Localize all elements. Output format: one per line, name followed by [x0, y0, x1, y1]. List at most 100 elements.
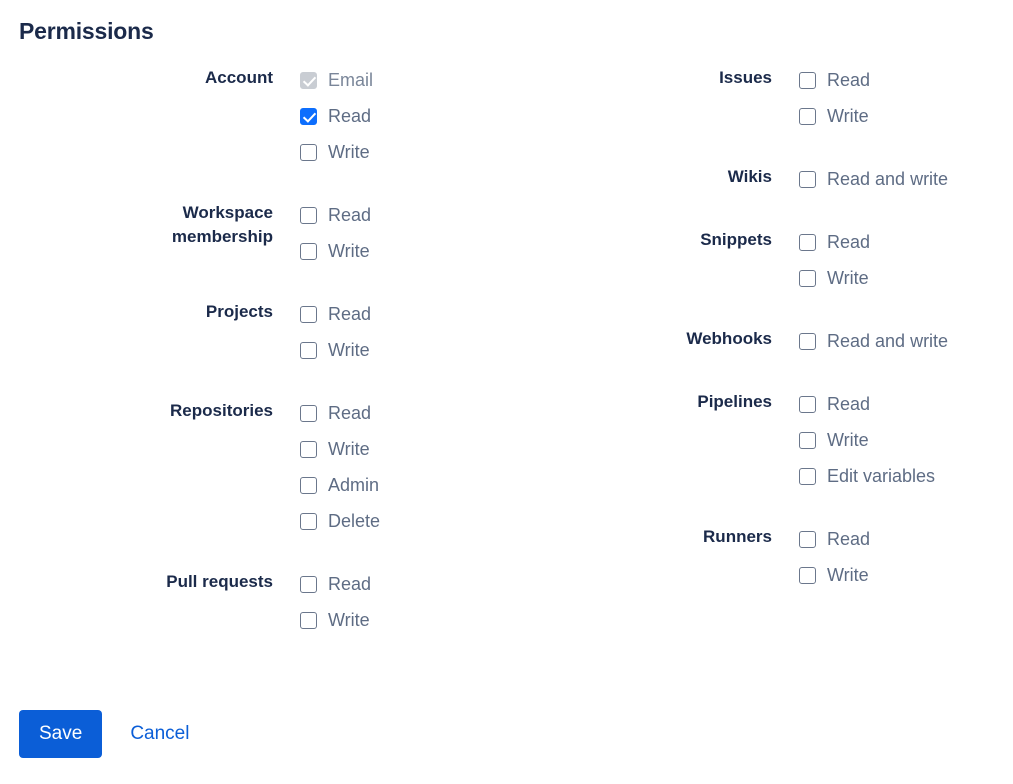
permission-option-row[interactable]: Read — [799, 386, 1013, 422]
checkbox-label[interactable]: Read — [816, 528, 870, 550]
permission-option-list: Read Write — [273, 197, 500, 269]
permission-group-label: Runners — [703, 527, 772, 546]
permission-option-list: Read Write Admin Delete — [273, 395, 500, 539]
permission-option-row[interactable]: Delete — [300, 503, 500, 539]
permission-option-row[interactable]: Write — [300, 332, 500, 368]
permission-group-label: Issues — [719, 68, 772, 87]
checkbox-label[interactable]: Write — [317, 141, 370, 163]
checkbox-account-read[interactable] — [300, 107, 317, 125]
checkbox-label[interactable]: Write — [317, 438, 370, 460]
permission-group-runners: Runners Read Write — [500, 521, 1013, 593]
checkbox-runners-write[interactable] — [799, 566, 816, 584]
permission-group-label: Workspace membership — [171, 203, 273, 246]
permission-option-row[interactable]: Read and write — [799, 161, 1013, 197]
permission-option-list: Read Write Edit variables — [772, 386, 1013, 494]
permission-option-row[interactable]: Write — [300, 602, 500, 638]
checkbox-account-write[interactable] — [300, 143, 317, 161]
checkbox-label[interactable]: Write — [317, 609, 370, 631]
checkbox-pull-requests-read[interactable] — [300, 575, 317, 593]
checkbox-label[interactable]: Email — [317, 69, 373, 91]
checkbox-label[interactable]: Read — [317, 402, 371, 424]
permission-group-snippets: Snippets Read Write — [500, 224, 1013, 296]
checkbox-label[interactable]: Delete — [317, 510, 380, 532]
checkbox-account-email — [300, 71, 317, 89]
checkbox-runners-read[interactable] — [799, 530, 816, 548]
cancel-link[interactable]: Cancel — [130, 723, 189, 745]
permission-option-row[interactable]: Read — [300, 395, 500, 431]
permission-group-label: Webhooks — [686, 329, 772, 348]
checkbox-projects-write[interactable] — [300, 341, 317, 359]
permission-group-label: Projects — [205, 302, 273, 321]
permission-option-row[interactable]: Write — [300, 431, 500, 467]
permission-option-row[interactable]: Read — [300, 98, 500, 134]
checkbox-label[interactable]: Read — [317, 204, 371, 226]
checkbox-label[interactable]: Read — [317, 573, 371, 595]
permission-option-row[interactable]: Write — [799, 260, 1013, 296]
checkbox-label[interactable]: Read — [816, 231, 870, 253]
permission-group-workspace-membership: Workspace membership Read Write — [0, 197, 500, 269]
permission-group-label: Pull requests — [166, 572, 273, 591]
checkbox-repositories-read[interactable] — [300, 404, 317, 422]
permission-option-row[interactable]: Email — [300, 62, 500, 98]
checkbox-label[interactable]: Write — [317, 339, 370, 361]
checkbox-label[interactable]: Read — [816, 69, 870, 91]
permission-group-pipelines: Pipelines Read Write Edit variables — [500, 386, 1013, 494]
permissions-column-right: Issues Read Write Wikis Read and write Snippe… — [500, 62, 1013, 620]
permission-option-row[interactable]: Edit variables — [799, 458, 1013, 494]
permission-group-wikis: Wikis Read and write — [500, 161, 1013, 197]
checkbox-label[interactable]: Write — [816, 429, 869, 451]
permission-option-row[interactable]: Read — [799, 224, 1013, 260]
permission-option-row[interactable]: Admin — [300, 467, 500, 503]
checkbox-label[interactable]: Read — [317, 105, 371, 127]
checkbox-workspace-membership-read[interactable] — [300, 206, 317, 224]
checkbox-webhooks-read-and-write[interactable] — [799, 332, 816, 350]
checkbox-repositories-admin[interactable] — [300, 476, 317, 494]
permission-group-issues: Issues Read Write — [500, 62, 1013, 134]
checkbox-repositories-delete[interactable] — [300, 512, 317, 530]
permission-option-row[interactable]: Write — [799, 98, 1013, 134]
permission-option-list: Read Write — [273, 566, 500, 638]
permission-option-row[interactable]: Read — [300, 296, 500, 332]
permission-group-label: Pipelines — [697, 392, 772, 411]
checkbox-wikis-read-and-write[interactable] — [799, 170, 816, 188]
permission-option-list: Read and write — [772, 161, 1013, 197]
permission-group-label: Repositories — [170, 401, 273, 420]
permission-group-repositories: Repositories Read Write Admin Delete — [0, 395, 500, 539]
checkbox-pipelines-edit-variables[interactable] — [799, 467, 816, 485]
checkbox-label[interactable]: Read — [317, 303, 371, 325]
checkbox-workspace-membership-write[interactable] — [300, 242, 317, 260]
permission-option-row[interactable]: Read — [799, 62, 1013, 98]
permission-option-row[interactable]: Read — [799, 521, 1013, 557]
save-button[interactable]: Save — [19, 710, 103, 758]
checkbox-pipelines-read[interactable] — [799, 395, 816, 413]
checkbox-label[interactable]: Admin — [317, 474, 379, 496]
permission-option-list: Read Write — [772, 62, 1013, 134]
checkbox-label[interactable]: Write — [816, 564, 869, 586]
permission-group-account: Account Email Read Write — [0, 62, 500, 170]
permission-option-row[interactable]: Write — [300, 134, 500, 170]
permission-option-list: Read Write — [273, 296, 500, 368]
checkbox-label[interactable]: Read and write — [816, 168, 948, 190]
checkbox-repositories-write[interactable] — [300, 440, 317, 458]
permission-option-row[interactable]: Write — [300, 233, 500, 269]
permission-option-list: Read Write — [772, 224, 1013, 296]
permission-option-row[interactable]: Read and write — [799, 323, 1013, 359]
checkbox-issues-write[interactable] — [799, 107, 816, 125]
checkbox-label[interactable]: Write — [816, 105, 869, 127]
permission-option-row[interactable]: Write — [799, 422, 1013, 458]
checkbox-pull-requests-write[interactable] — [300, 611, 317, 629]
permission-option-row[interactable]: Read — [300, 197, 500, 233]
permission-option-row[interactable]: Read — [300, 566, 500, 602]
checkbox-snippets-read[interactable] — [799, 233, 816, 251]
checkbox-label[interactable]: Read and write — [816, 330, 948, 352]
checkbox-label[interactable]: Edit variables — [816, 465, 935, 487]
permission-group-label: Snippets — [700, 230, 772, 249]
checkbox-projects-read[interactable] — [300, 305, 317, 323]
checkbox-issues-read[interactable] — [799, 71, 816, 89]
permission-option-row[interactable]: Write — [799, 557, 1013, 593]
checkbox-label[interactable]: Read — [816, 393, 870, 415]
checkbox-pipelines-write[interactable] — [799, 431, 816, 449]
checkbox-snippets-write[interactable] — [799, 269, 816, 287]
checkbox-label[interactable]: Write — [317, 240, 370, 262]
checkbox-label[interactable]: Write — [816, 267, 869, 289]
